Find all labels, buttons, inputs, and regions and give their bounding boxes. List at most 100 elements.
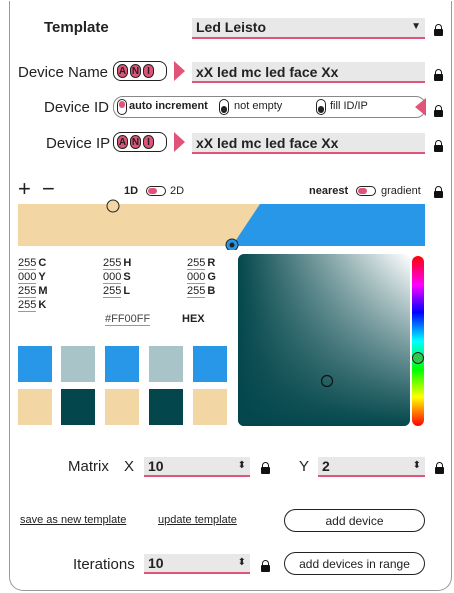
cmyk-values: 255 C 000 Y 255 M 255 K bbox=[18, 256, 48, 312]
matrix-y-label: Y bbox=[299, 458, 310, 475]
color-swatch[interactable] bbox=[18, 389, 52, 425]
ani-i-toggle[interactable]: I bbox=[143, 135, 154, 149]
s-value[interactable]: 000 bbox=[103, 271, 122, 284]
color-swatch[interactable] bbox=[61, 389, 95, 425]
fill-id-ip-radio[interactable] bbox=[316, 99, 326, 115]
mode-toggle[interactable] bbox=[146, 186, 166, 196]
matrix-x-select[interactable]: 10 ⬍ bbox=[144, 457, 250, 477]
device-ip-label: Device IP bbox=[46, 135, 111, 152]
lock-icon[interactable] bbox=[434, 140, 443, 152]
gradient-stop-handle bbox=[106, 199, 120, 213]
save-as-new-template-link[interactable]: save as new template bbox=[20, 514, 126, 526]
mode-1d-label: 1D bbox=[124, 185, 139, 197]
color-swatch[interactable] bbox=[193, 389, 227, 425]
fill-id-ip-label: fill ID/IP bbox=[330, 100, 368, 112]
lock-icon[interactable] bbox=[261, 462, 270, 474]
color-swatch[interactable] bbox=[105, 389, 139, 425]
gradient-stop-dot bbox=[229, 242, 235, 248]
template-select[interactable]: Led Leisto ▼ bbox=[192, 18, 425, 39]
value-overlay bbox=[238, 254, 410, 426]
not-empty-label: not empty bbox=[234, 100, 283, 112]
m-label: M bbox=[38, 285, 48, 297]
y-label: Y bbox=[38, 271, 46, 283]
matrix-x-value: 10 bbox=[148, 458, 164, 474]
template-label: Template bbox=[44, 19, 109, 36]
lock-icon[interactable] bbox=[434, 24, 443, 36]
ani-a-toggle[interactable]: A bbox=[117, 64, 128, 78]
device-ip-input[interactable]: xX led mc led face Xx bbox=[192, 133, 425, 154]
hex-label: HEX bbox=[182, 313, 205, 325]
arrow-right-icon bbox=[174, 132, 185, 152]
device-id-label: Device ID bbox=[44, 99, 110, 116]
color-swatch[interactable] bbox=[18, 346, 52, 382]
chevron-down-icon: ▼ bbox=[411, 21, 421, 32]
hsl-values: 255 H 000 S 255 L bbox=[103, 256, 131, 298]
add-devices-in-range-button[interactable]: add devices in range bbox=[284, 552, 425, 575]
c-value[interactable]: 255 bbox=[18, 257, 37, 270]
y-value[interactable]: 000 bbox=[18, 271, 37, 284]
ani-a-toggle[interactable]: A bbox=[117, 135, 128, 149]
hue-handle bbox=[412, 352, 424, 364]
auto-increment-label: auto increment bbox=[129, 100, 208, 112]
device-name-label: Device Name bbox=[18, 64, 109, 81]
gradient-bar[interactable] bbox=[18, 198, 428, 250]
device-name-input[interactable]: xX led mc led face Xx bbox=[192, 62, 425, 83]
matrix-y-select[interactable]: 2 ⬍ bbox=[318, 457, 425, 477]
matrix-label: Matrix bbox=[68, 458, 109, 475]
hue-slider bbox=[412, 256, 424, 426]
l-label: L bbox=[123, 285, 131, 297]
auto-increment-radio[interactable] bbox=[117, 99, 127, 115]
c-label: C bbox=[38, 257, 47, 269]
g-value[interactable]: 000 bbox=[187, 271, 206, 284]
r-value[interactable]: 255 bbox=[187, 257, 206, 270]
stepper-icon: ⬍ bbox=[237, 557, 246, 568]
plus-icon[interactable]: + bbox=[18, 178, 31, 200]
b-label: B bbox=[207, 285, 216, 297]
k-value[interactable]: 255 bbox=[18, 299, 37, 312]
template-value: Led Leisto bbox=[196, 19, 267, 35]
ani-n-toggle[interactable]: N bbox=[130, 135, 141, 149]
lock-icon[interactable] bbox=[261, 560, 270, 572]
matrix-x-label: X bbox=[124, 458, 135, 475]
interp-toggle[interactable] bbox=[356, 186, 376, 196]
h-label: H bbox=[123, 257, 132, 269]
b-value[interactable]: 255 bbox=[187, 285, 206, 298]
k-label: K bbox=[38, 299, 47, 311]
r-label: R bbox=[207, 257, 216, 269]
lock-icon[interactable] bbox=[434, 186, 443, 198]
not-empty-radio[interactable] bbox=[219, 99, 229, 115]
iterations-value: 10 bbox=[148, 555, 164, 571]
ani-i-toggle[interactable]: I bbox=[143, 64, 154, 78]
iterations-select[interactable]: 10 ⬍ bbox=[144, 554, 250, 574]
ani-n-toggle[interactable]: N bbox=[130, 64, 141, 78]
s-label: S bbox=[123, 271, 131, 283]
l-value[interactable]: 255 bbox=[103, 285, 122, 298]
gradient-left-region bbox=[18, 204, 260, 246]
color-swatch[interactable] bbox=[105, 346, 139, 382]
ani-toggle-group[interactable]: A N I bbox=[113, 61, 167, 81]
minus-icon[interactable]: − bbox=[42, 178, 55, 200]
color-picker[interactable] bbox=[238, 254, 432, 428]
m-value[interactable]: 255 bbox=[18, 285, 37, 298]
stepper-icon: ⬍ bbox=[412, 460, 421, 471]
nearest-label: nearest bbox=[309, 185, 349, 197]
arrow-left-icon bbox=[415, 98, 426, 116]
iterations-label: Iterations bbox=[73, 556, 135, 573]
g-label: G bbox=[207, 271, 216, 283]
color-swatch[interactable] bbox=[149, 389, 183, 425]
lock-icon[interactable] bbox=[435, 462, 444, 474]
matrix-y-value: 2 bbox=[322, 458, 330, 474]
mode-2d-label: 2D bbox=[170, 185, 185, 197]
color-swatch[interactable] bbox=[193, 346, 227, 382]
ani-toggle-group[interactable]: A N I bbox=[113, 132, 167, 152]
arrow-right-icon bbox=[174, 61, 185, 81]
color-swatch[interactable] bbox=[61, 346, 95, 382]
h-value[interactable]: 255 bbox=[103, 257, 122, 270]
lock-icon[interactable] bbox=[434, 69, 443, 81]
stepper-icon: ⬍ bbox=[237, 460, 246, 471]
add-device-button[interactable]: add device bbox=[284, 509, 425, 532]
update-template-link[interactable]: update template bbox=[158, 514, 237, 526]
lock-icon[interactable] bbox=[434, 105, 443, 117]
hex-input[interactable]: #FF00FF bbox=[105, 313, 151, 326]
color-swatch[interactable] bbox=[149, 346, 183, 382]
